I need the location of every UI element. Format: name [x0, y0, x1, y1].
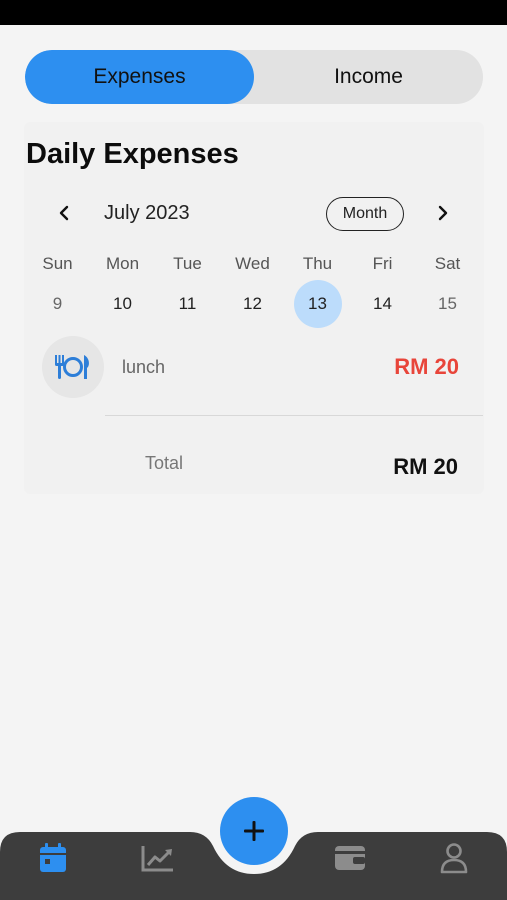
status-bar	[0, 0, 507, 25]
utensils-icon	[55, 355, 89, 379]
nav-statistics[interactable]	[138, 838, 178, 878]
divider	[105, 415, 483, 416]
expense-category-icon	[42, 336, 104, 398]
expense-amount: RM 20	[394, 354, 459, 379]
tab-income[interactable]: Income	[254, 50, 483, 104]
week-days-row: 9 10 11 12 13 14 15	[25, 280, 480, 328]
chevron-left-icon	[59, 205, 69, 221]
nav-wallet[interactable]	[330, 838, 370, 878]
profile-icon	[440, 843, 468, 874]
day-cell[interactable]: 14	[350, 280, 415, 328]
month-view-button[interactable]: Month	[326, 197, 404, 231]
plus-icon	[244, 821, 264, 841]
weekday-header: Sun Mon Tue Wed Thu Fri Sat	[25, 254, 480, 274]
chart-icon	[141, 846, 173, 872]
selected-day-label: 13	[293, 280, 342, 328]
weekday-label: Thu	[302, 254, 333, 273]
day-cell[interactable]: 15	[415, 280, 480, 328]
previous-month-button[interactable]	[51, 200, 77, 226]
weekday-label: Tue	[173, 254, 202, 273]
weekday-label: Sat	[434, 254, 461, 273]
page-title: Daily Expenses	[26, 138, 239, 170]
day-cell-selected[interactable]: 13	[285, 280, 350, 328]
day-cell[interactable]: 12	[220, 280, 285, 328]
day-cell[interactable]: 9	[25, 280, 90, 328]
add-expense-button[interactable]	[220, 797, 288, 865]
day-cell[interactable]: 11	[155, 280, 220, 328]
next-month-button[interactable]	[430, 200, 456, 226]
nav-calendar[interactable]	[33, 838, 73, 878]
expense-income-toggle: Expenses Income	[25, 50, 483, 104]
weekday-label: Fri	[372, 254, 393, 273]
chevron-right-icon	[438, 205, 448, 221]
weekday-label: Sun	[42, 254, 73, 273]
expense-name: lunch	[122, 357, 166, 377]
total-label: Total	[145, 453, 184, 473]
nav-profile[interactable]	[434, 838, 474, 878]
month-label: July 2023	[104, 202, 190, 224]
day-cell[interactable]: 10	[90, 280, 155, 328]
weekday-label: Wed	[235, 254, 270, 273]
calendar-icon	[40, 843, 66, 872]
weekday-label: Mon	[105, 254, 140, 273]
tab-expenses[interactable]: Expenses	[25, 50, 254, 104]
total-amount: RM 20	[393, 454, 458, 479]
wallet-icon	[335, 846, 365, 870]
